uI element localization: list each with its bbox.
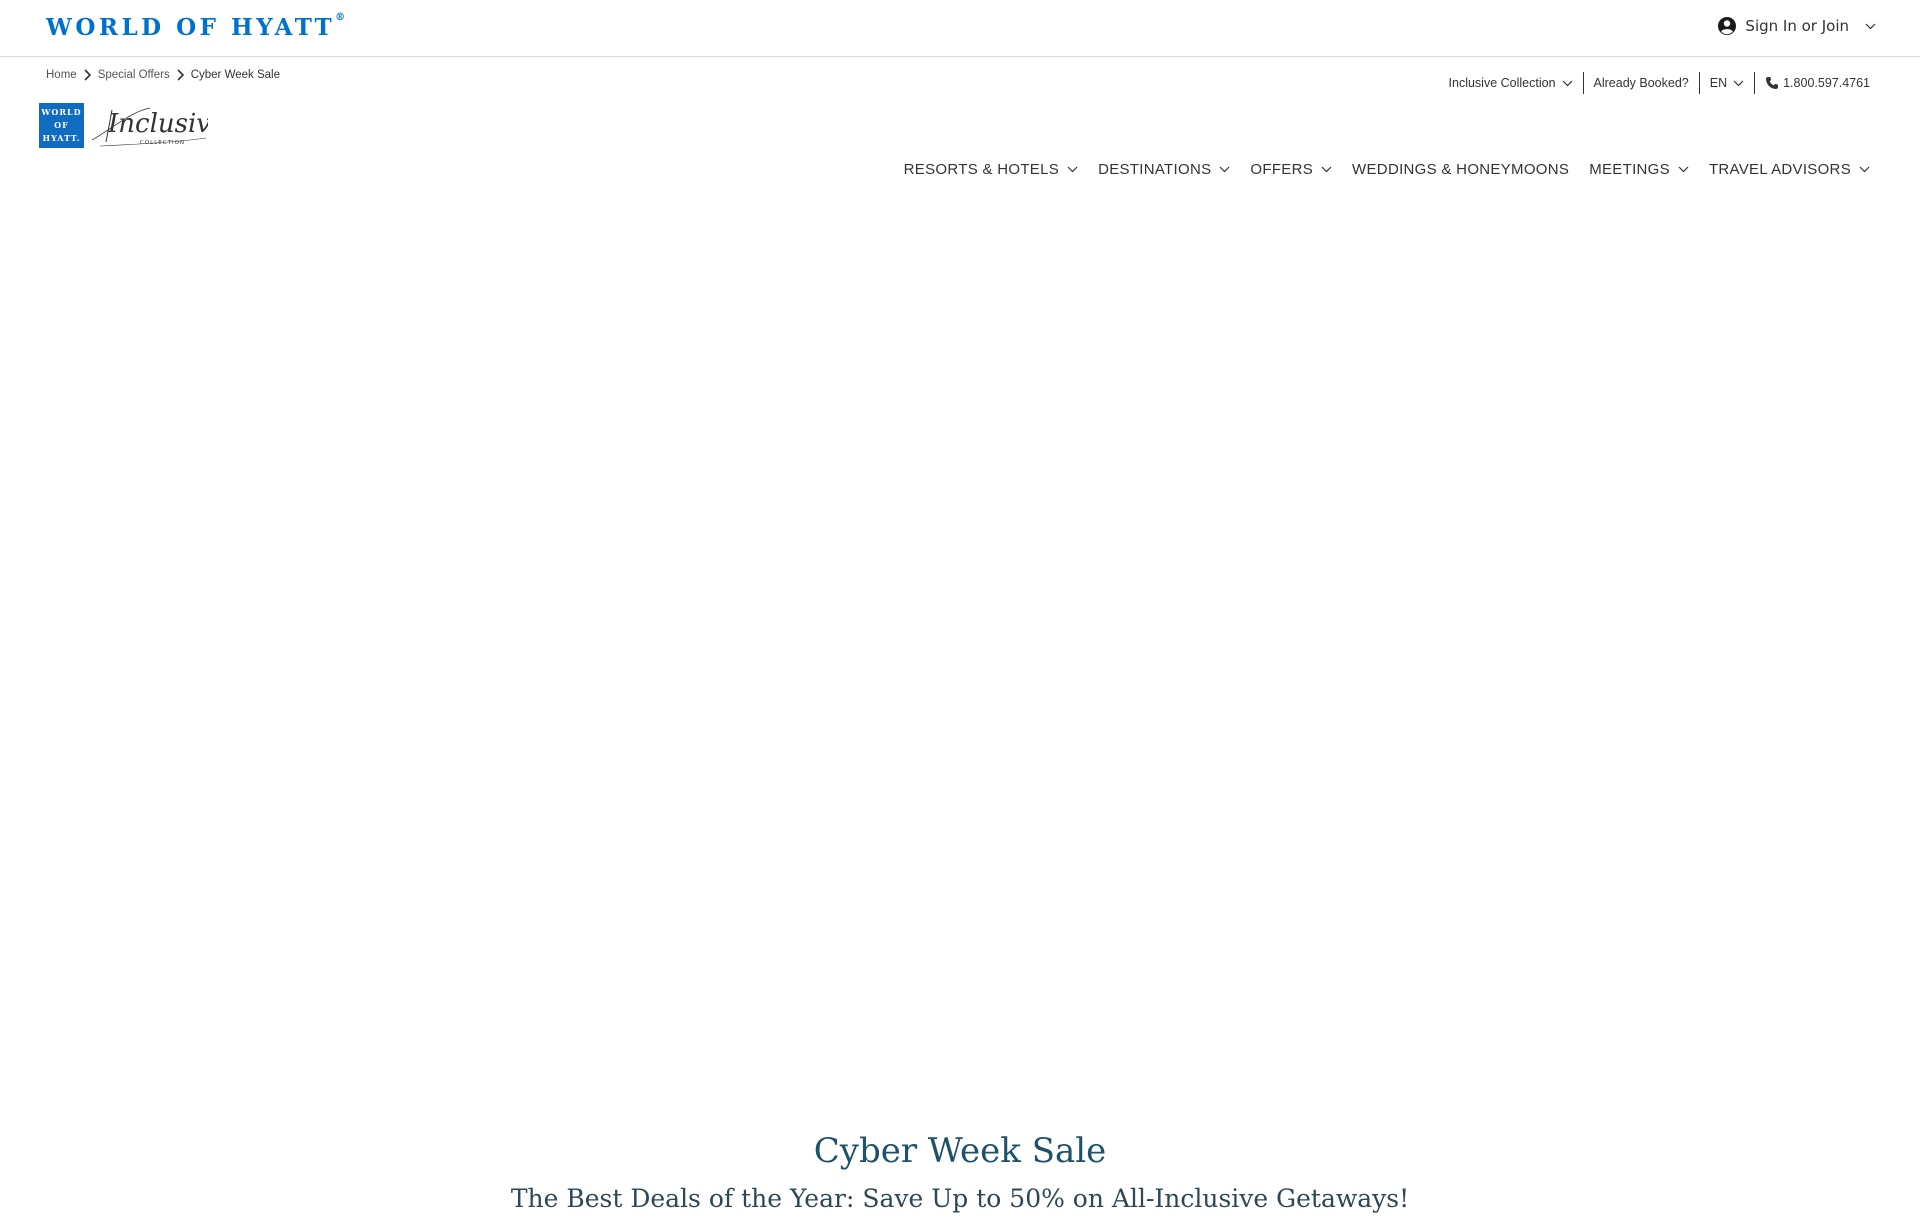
chevron-down-icon: [1219, 166, 1230, 173]
breadcrumb-special-offers[interactable]: Special Offers: [98, 69, 170, 81]
already-booked-label: Already Booked?: [1593, 76, 1689, 90]
chevron-down-icon: [1865, 23, 1876, 29]
phone-number: 1.800.597.4761: [1783, 76, 1870, 90]
chevron-down-icon: [1733, 80, 1744, 86]
chevron-down-icon: [1859, 166, 1870, 173]
nav-resorts-hotels[interactable]: RESORTS & HOTELS: [894, 161, 1088, 178]
hero-title: Cyber Week Sale: [813, 1131, 1107, 1171]
already-booked-link[interactable]: Already Booked?: [1584, 76, 1699, 90]
chevron-down-icon: [1067, 166, 1078, 173]
sign-in-label: Sign In or Join: [1745, 17, 1849, 35]
nav-destinations[interactable]: DESTINATIONS: [1088, 161, 1240, 178]
chevron-down-icon: [1321, 166, 1332, 173]
language-selector[interactable]: EN: [1700, 76, 1754, 90]
hero-subtitle: The Best Deals of the Year: Save Up to 5…: [510, 1184, 1410, 1213]
world-of-hyatt-badge: WORLD OF HYATT.: [39, 102, 84, 148]
inclusive-collection-logo[interactable]: WORLD OF HYATT. Inclusive COLLECTION: [39, 100, 208, 150]
registered-mark: ®: [335, 12, 346, 23]
chevron-down-icon: [1562, 80, 1572, 86]
badge-line: OF: [54, 119, 69, 130]
inclusive-script-logo: Inclusive COLLECTION: [91, 107, 208, 147]
script-text: Inclusive: [107, 109, 208, 139]
world-of-hyatt-logo[interactable]: WORLD OF HYATT®: [46, 12, 346, 41]
collection-label: Inclusive Collection: [1448, 76, 1556, 90]
breadcrumb-current: Cyber Week Sale: [190, 69, 280, 81]
main-nav: RESORTS & HOTELS DESTINATIONS OFFERS WED…: [894, 161, 1880, 178]
breadcrumb-home[interactable]: Home: [46, 69, 77, 81]
top-bar: WORLD OF HYATT® Sign In or Join: [0, 0, 1920, 57]
nav-travel-advisors[interactable]: TRAVEL ADVISORS: [1699, 161, 1880, 178]
nav-label: WEDDINGS & HONEYMOONS: [1352, 161, 1570, 178]
nav-label: MEETINGS: [1589, 161, 1670, 178]
badge-line: WORLD: [41, 106, 82, 117]
nav-label: DESTINATIONS: [1098, 161, 1212, 178]
logo-text: WORLD OF HYATT: [46, 14, 336, 41]
user-icon: [1718, 17, 1737, 35]
phone-icon: [1766, 77, 1779, 89]
utility-nav: Inclusive Collection Already Booked? EN …: [1439, 72, 1870, 94]
chevron-right-icon: [84, 69, 91, 81]
nav-label: OFFERS: [1250, 161, 1314, 178]
nav-meetings[interactable]: MEETINGS: [1579, 161, 1699, 178]
chevron-right-icon: [177, 69, 184, 81]
nav-label: RESORTS & HOTELS: [903, 161, 1060, 178]
nav-offers[interactable]: OFFERS: [1240, 161, 1342, 178]
sign-in-button[interactable]: Sign In or Join: [1717, 16, 1876, 36]
language-label: EN: [1709, 76, 1728, 90]
collection-dropdown[interactable]: Inclusive Collection: [1439, 76, 1583, 90]
nav-weddings-honeymoons[interactable]: WEDDINGS & HONEYMOONS: [1342, 161, 1579, 178]
phone-link[interactable]: 1.800.597.4761: [1755, 76, 1870, 90]
badge-line: HYATT.: [42, 132, 81, 143]
breadcrumb: Home Special Offers Cyber Week Sale: [46, 69, 280, 81]
chevron-down-icon: [1678, 166, 1689, 173]
nav-label: TRAVEL ADVISORS: [1708, 161, 1851, 178]
